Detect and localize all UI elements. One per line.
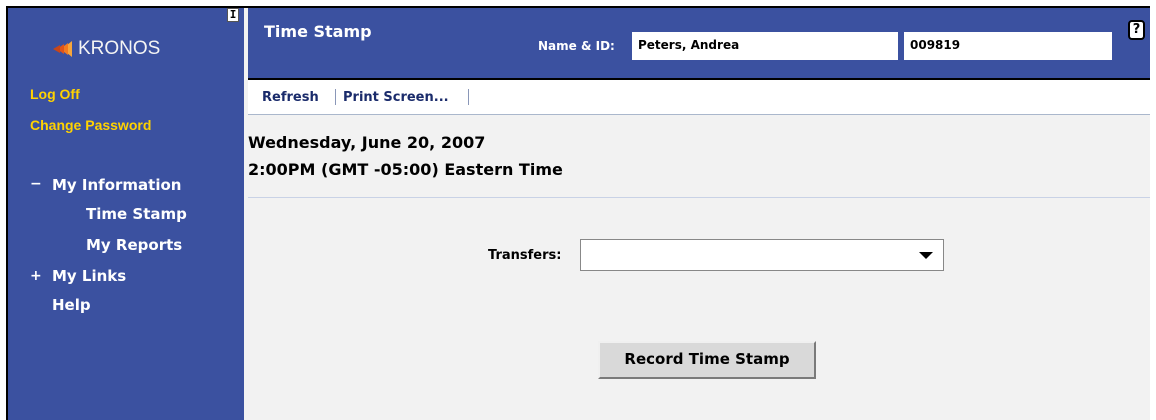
header: Time Stamp Name & ID: Peters, Andrea 009… [248, 8, 1150, 78]
change-password-link[interactable]: Change Password [30, 117, 151, 133]
page-title: Time Stamp [264, 22, 372, 41]
sidebar-item-my-information[interactable]: My Information [52, 176, 181, 194]
collapse-sign-icon[interactable]: − [30, 176, 42, 192]
divider [248, 197, 1150, 198]
expand-sign-icon[interactable]: + [30, 268, 42, 284]
toolbar-separator [468, 89, 469, 105]
current-time: 2:00PM (GMT -05:00) Eastern Time [248, 160, 563, 179]
sidebar-item-help[interactable]: Help [52, 296, 91, 314]
kronos-logo: KRONOS [48, 38, 160, 60]
name-id-label: Name & ID: [538, 39, 615, 53]
main-content: Wednesday, June 20, 2007 2:00PM (GMT -05… [248, 115, 1150, 420]
transfers-label: Transfers: [488, 248, 562, 263]
collapse-icon[interactable]: I [227, 8, 239, 22]
name-field: Peters, Andrea [632, 32, 898, 60]
sidebar-item-my-reports[interactable]: My Reports [86, 236, 182, 254]
logo-text: KRONOS [78, 38, 161, 59]
sidebar-item-my-links[interactable]: My Links [52, 267, 126, 285]
sidebar: KRONOS Log Off Change Password − My Info… [8, 8, 244, 420]
current-date: Wednesday, June 20, 2007 [248, 133, 486, 152]
toolbar-separator [335, 89, 336, 105]
id-field: 009819 [904, 32, 1112, 60]
help-icon[interactable]: ? [1128, 20, 1145, 40]
record-time-stamp-button[interactable]: Record Time Stamp [598, 341, 816, 379]
log-off-link[interactable]: Log Off [30, 86, 80, 102]
refresh-link[interactable]: Refresh [262, 90, 319, 105]
transfers-select[interactable] [580, 239, 944, 271]
dropdown-arrow-icon[interactable] [919, 252, 933, 259]
print-screen-link[interactable]: Print Screen... [343, 90, 449, 105]
toolbar: Refresh Print Screen... [248, 80, 1150, 115]
sidebar-item-time-stamp[interactable]: Time Stamp [86, 205, 187, 223]
kronos-logo-icon [48, 38, 74, 60]
